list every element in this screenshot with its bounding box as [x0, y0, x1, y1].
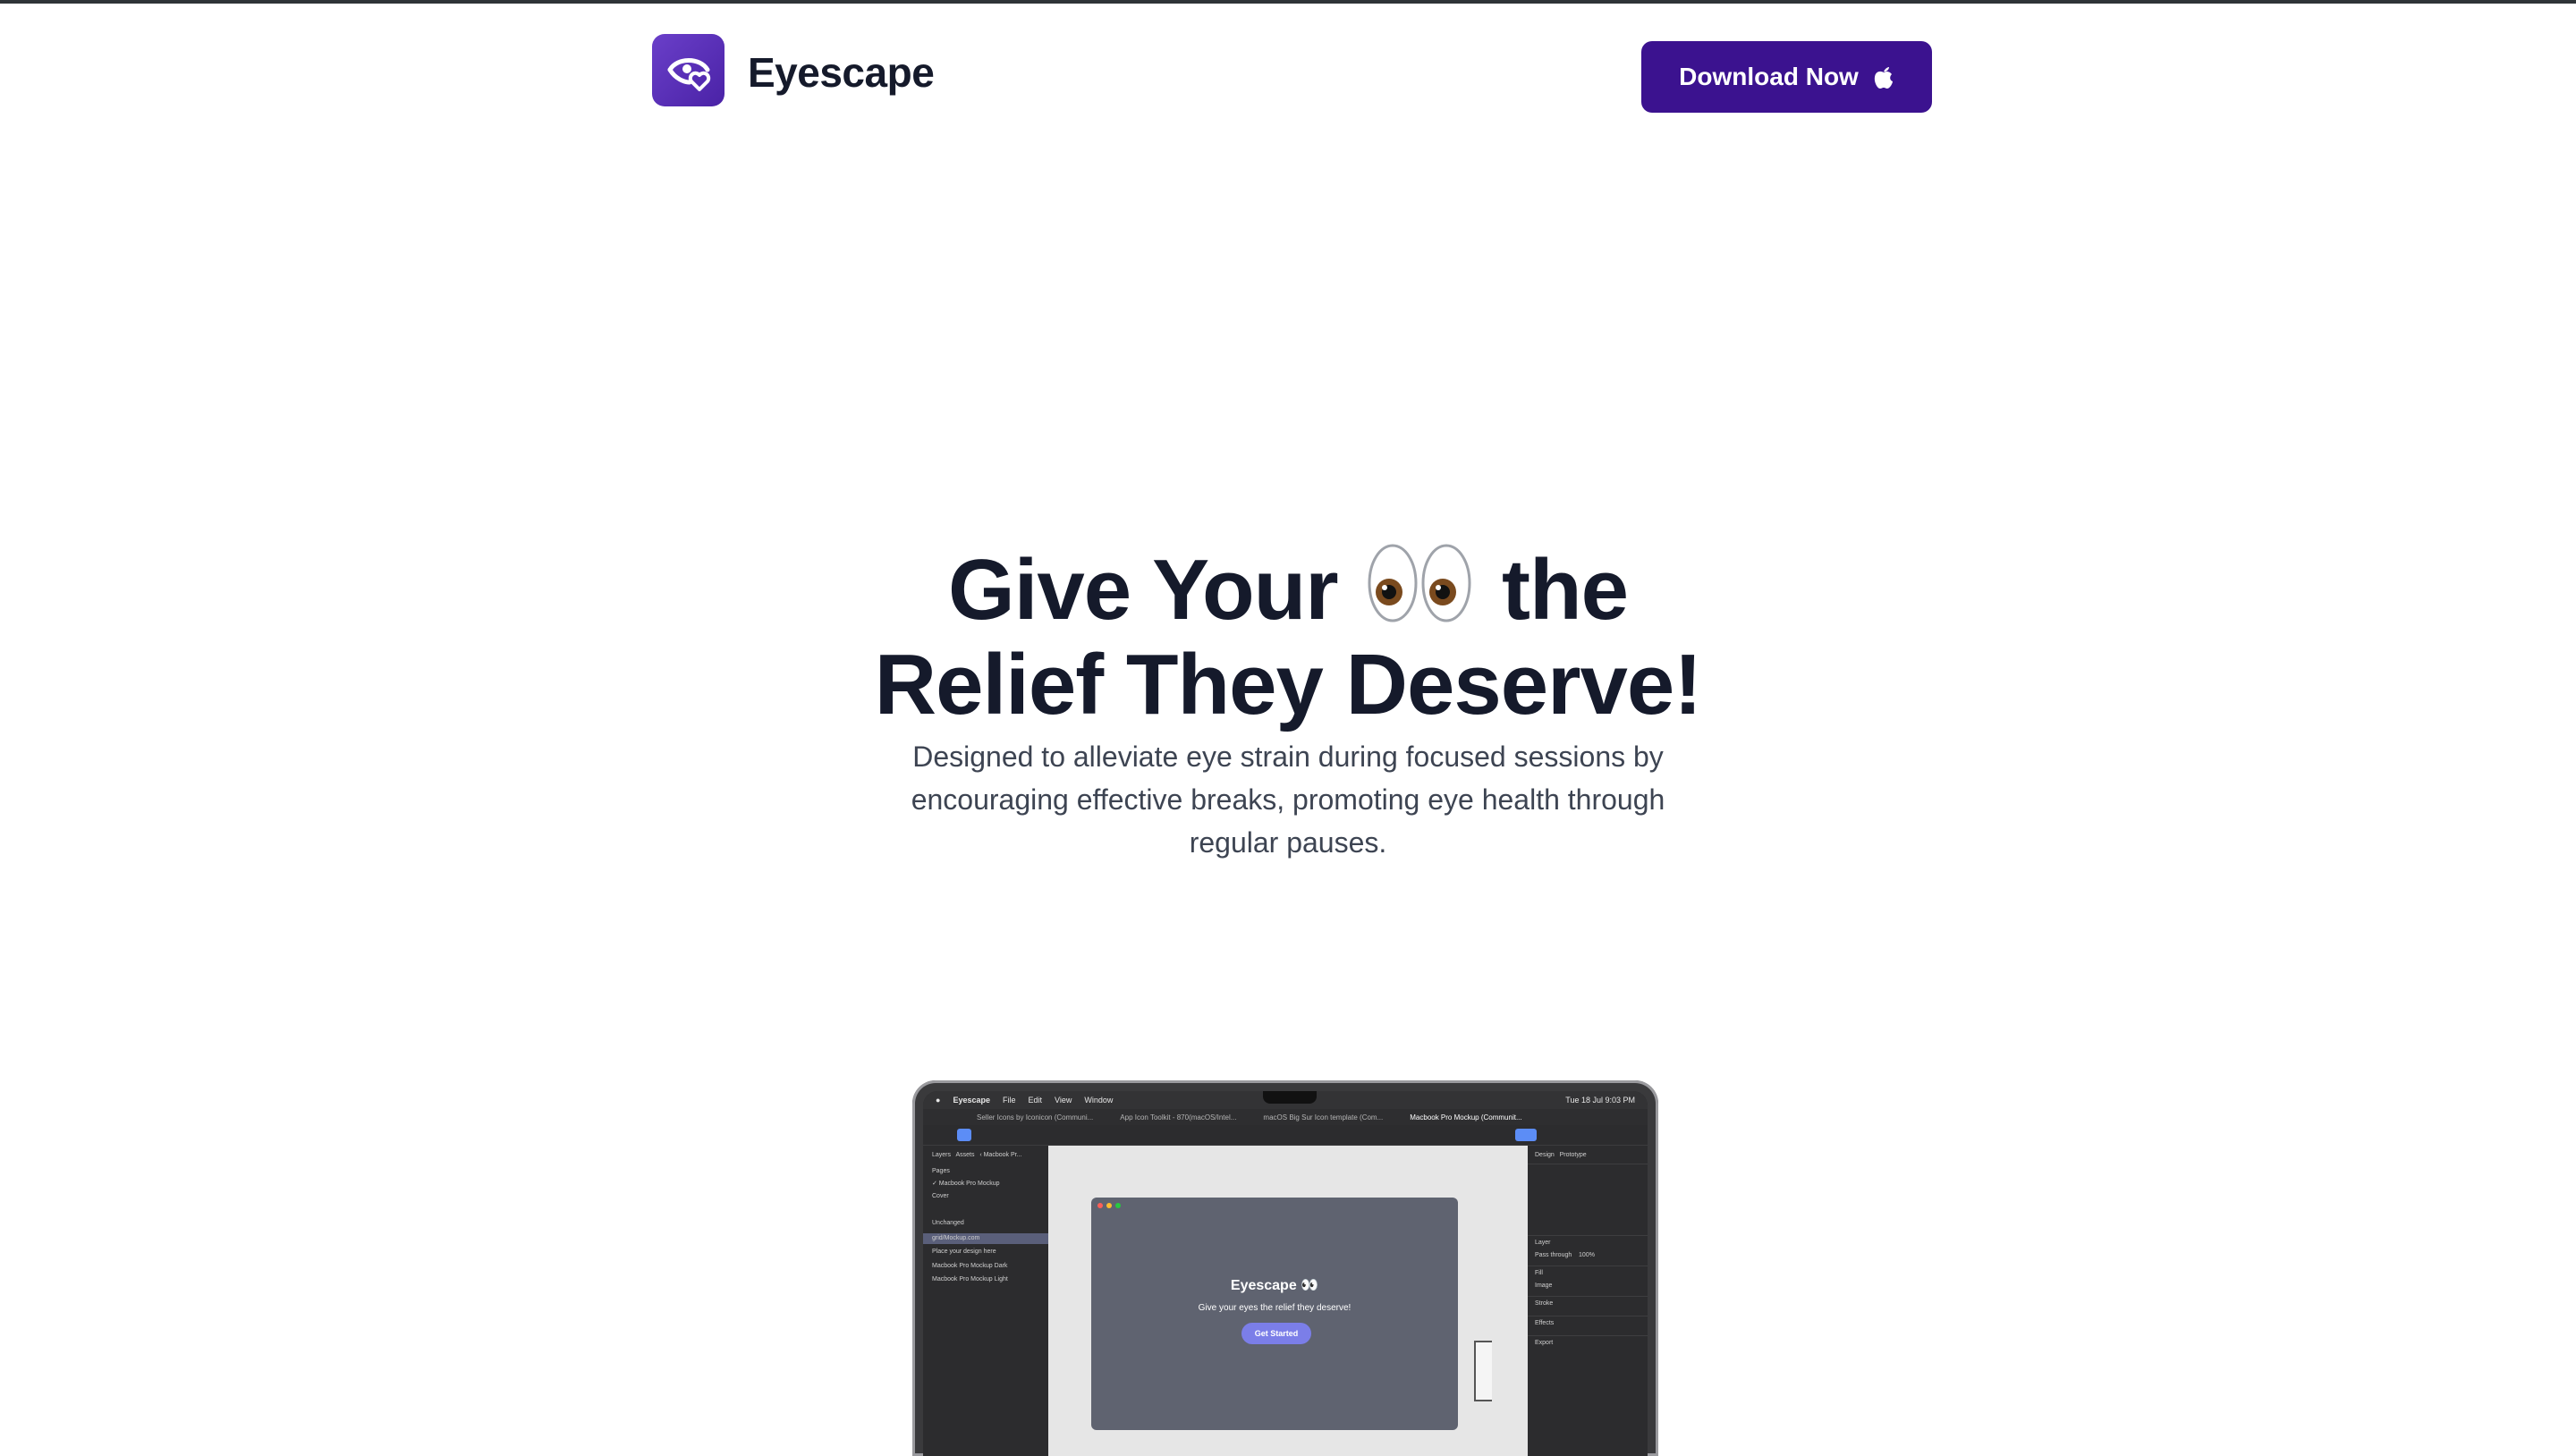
mockup-get-started-button: Get Started	[1241, 1323, 1311, 1344]
mockup-layer-section: Layer	[1535, 1240, 1551, 1246]
mockup-design-panel: Design Prototype Layer Pass through 100%…	[1528, 1146, 1648, 1456]
mockup-clock: Tue 18 Jul 9:03 PM	[1565, 1096, 1635, 1105]
mockup-menu-view: View	[1055, 1096, 1072, 1105]
move-tool-icon	[957, 1129, 971, 1141]
mockup-layer-row: Unchanged	[932, 1220, 964, 1226]
eyescape-app-window: Eyescape 👀 Give your eyes the relief the…	[1091, 1198, 1458, 1430]
mockup-assets-tab: Assets	[955, 1152, 975, 1158]
hero-title-line2: Relief They Deserve!	[874, 637, 1702, 732]
laptop-screen: ● Eyescape File Edit View Window Tue 18 …	[923, 1091, 1648, 1456]
mockup-layers-panel: Layers Assets ‹ Macbook Pr... Pages ✓ Ma…	[923, 1146, 1048, 1456]
mockup-layers-tab: Layers	[932, 1152, 952, 1158]
mockup-prototype-tab: Prototype	[1559, 1152, 1587, 1158]
mockup-pass-through: Pass through	[1535, 1252, 1572, 1258]
window-traffic-lights	[1097, 1203, 1121, 1208]
mockup-menu-edit: Edit	[1028, 1096, 1043, 1105]
mockup-app-subtitle: Give your eyes the relief they deserve!	[1198, 1303, 1352, 1313]
hero-title: Give Your the Relief They Deserve!	[841, 542, 1735, 730]
camera-notch	[1263, 1091, 1317, 1104]
hero-title-part1: Give Your	[948, 542, 1339, 638]
mockup-layer-row: Place your design here	[932, 1249, 996, 1255]
mockup-pages-label: Pages	[932, 1168, 950, 1174]
laptop-mockup: ● Eyescape File Edit View Window Tue 18 …	[912, 1080, 1658, 1456]
mockup-app-title: Eyescape 👀	[1230, 1278, 1319, 1293]
download-now-button[interactable]: Download Now	[1641, 41, 1932, 113]
eye-heart-icon	[667, 57, 710, 91]
mockup-stroke-section: Stroke	[1535, 1300, 1554, 1307]
mockup-menu-file: File	[1002, 1096, 1016, 1105]
apple-icon	[1874, 67, 1893, 89]
mockup-tabs: Seller Icons by Iconicon (Communi... App…	[923, 1109, 1648, 1125]
mockup-design-tab: Design	[1535, 1152, 1555, 1158]
mockup-layer-row: Cover	[932, 1193, 949, 1199]
mockup-tab-1: Seller Icons by Iconicon (Communi...	[977, 1113, 1094, 1122]
mockup-layer-row: ✓ Macbook Pro Mockup	[932, 1181, 1000, 1187]
mockup-toolbar	[923, 1125, 1648, 1146]
mockup-canvas: Eyescape 👀 Give your eyes the relief the…	[1048, 1146, 1528, 1456]
mockup-fill-section: Fill	[1535, 1270, 1543, 1276]
download-label: Download Now	[1679, 63, 1859, 90]
mockup-canvas-frame	[1474, 1341, 1492, 1401]
mockup-layer-row: Macbook Pro Mockup Light	[932, 1276, 1008, 1282]
mockup-tab-4: Macbook Pro Mockup (Communit...	[1410, 1113, 1522, 1122]
mockup-tab-3: macOS Big Sur Icon template (Com...	[1263, 1113, 1384, 1122]
mockup-layer-row: grid/Mockup.com	[932, 1235, 980, 1241]
mockup-export-section: Export	[1535, 1340, 1554, 1346]
mockup-opacity: 100%	[1579, 1252, 1595, 1258]
mockup-effects-section: Effects	[1535, 1320, 1555, 1326]
mockup-tab-2: App Icon Toolkit - 870(macOS/Intel...	[1120, 1113, 1237, 1122]
brand-name[interactable]: Eyescape	[748, 41, 935, 104]
mockup-file-tab: ‹ Macbook Pr...	[979, 1152, 1022, 1158]
apple-menu-icon: ●	[936, 1096, 941, 1105]
mockup-image-label: Image	[1535, 1282, 1553, 1289]
hero-subtitle: Designed to alleviate eye strain during …	[911, 741, 1665, 859]
top-border	[0, 0, 2576, 4]
eyes-emoji-icon	[1366, 542, 1473, 640]
mockup-layer-row: Macbook Pro Mockup Dark	[932, 1263, 1008, 1269]
mockup-menu-app: Eyescape	[953, 1096, 990, 1105]
mockup-menu-window: Window	[1084, 1096, 1114, 1105]
hero-title-part2: the	[1501, 542, 1629, 638]
app-logo[interactable]	[652, 34, 724, 106]
share-button-icon	[1515, 1129, 1537, 1141]
